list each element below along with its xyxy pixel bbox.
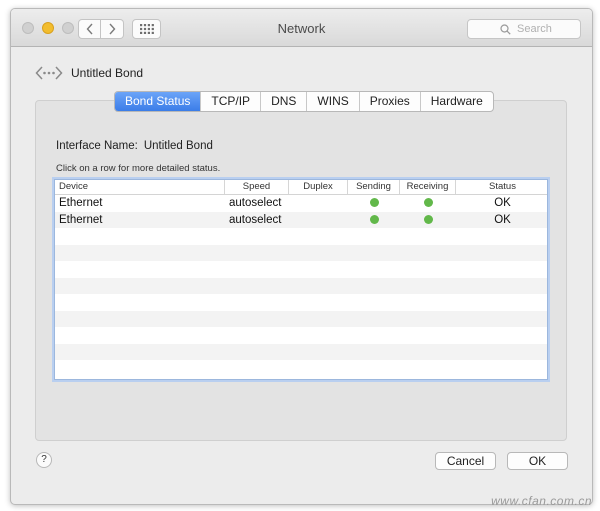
- status-ok-icon: [369, 198, 379, 208]
- column-header-duplex[interactable]: Duplex: [289, 180, 348, 194]
- empty-row: [55, 277, 547, 294]
- empty-row: [55, 327, 547, 344]
- ok-button[interactable]: OK: [507, 452, 568, 470]
- empty-row: [55, 244, 547, 261]
- table-row[interactable]: Ethernet autoselect OK: [55, 195, 547, 212]
- status-cell: OK: [494, 197, 511, 209]
- bond-title: Untitled Bond: [71, 66, 144, 80]
- empty-row: [55, 310, 547, 327]
- receiving-cell: [400, 195, 456, 212]
- table-row[interactable]: Ethernet autoselect OK: [55, 211, 547, 229]
- empty-row: [55, 228, 547, 245]
- empty-row: [55, 261, 547, 278]
- tab-bond-status[interactable]: Bond Status: [115, 92, 201, 111]
- empty-row: [55, 360, 547, 377]
- table-header: Device Speed Duplex Sending Receiving St…: [55, 180, 547, 195]
- tab-wins[interactable]: WINS: [306, 92, 358, 111]
- column-header-status[interactable]: Status: [456, 180, 547, 194]
- interface-name-value: Untitled Bond: [143, 140, 213, 152]
- bond-network-icon: [35, 66, 63, 80]
- status-ok-icon: [423, 198, 433, 208]
- cancel-button[interactable]: Cancel: [435, 452, 496, 470]
- sending-cell: [348, 195, 400, 212]
- column-header-device[interactable]: Device: [55, 180, 225, 194]
- column-header-sending[interactable]: Sending: [348, 180, 400, 194]
- search-icon: [500, 23, 511, 35]
- status-cell: OK: [494, 213, 511, 226]
- empty-row: [55, 343, 547, 360]
- search-placeholder: Search: [517, 23, 552, 35]
- sending-cell: [348, 212, 400, 229]
- column-header-speed[interactable]: Speed: [225, 180, 289, 194]
- receiving-cell: [400, 212, 456, 229]
- title-bar: Network Search: [11, 9, 592, 47]
- interface-name: Interface Name: Untitled Bond: [56, 140, 213, 152]
- tab-proxies[interactable]: Proxies: [358, 92, 420, 111]
- interface-name-label: Interface Name:: [56, 140, 138, 152]
- bond-header: Untitled Bond: [35, 65, 143, 81]
- tab-bar: Bond Status TCP/IP DNS WINS Proxies Hard…: [114, 91, 494, 112]
- search-field[interactable]: Search: [467, 19, 581, 39]
- help-button[interactable]: ?: [36, 452, 52, 468]
- tab-dns[interactable]: DNS: [260, 92, 306, 111]
- table-body: Ethernet autoselect OK Ethernet autosele…: [55, 195, 547, 377]
- tab-tcp-ip[interactable]: TCP/IP: [200, 92, 260, 111]
- status-ok-icon: [369, 214, 379, 224]
- table-hint: Click on a row for more detailed status.: [56, 163, 221, 174]
- speed-cell: autoselect: [229, 213, 282, 226]
- status-ok-icon: [423, 214, 433, 224]
- device-cell: Ethernet: [59, 197, 103, 209]
- network-window: Network Search Untitled Bond Bond Status…: [10, 8, 593, 505]
- tab-hardware[interactable]: Hardware: [419, 92, 493, 111]
- column-header-receiving[interactable]: Receiving: [400, 180, 456, 194]
- speed-cell: autoselect: [229, 197, 282, 209]
- bond-status-table[interactable]: Device Speed Duplex Sending Receiving St…: [54, 179, 548, 380]
- device-cell: Ethernet: [59, 213, 103, 226]
- watermark: www.cfan.com.cn: [491, 494, 592, 508]
- empty-row: [55, 294, 547, 311]
